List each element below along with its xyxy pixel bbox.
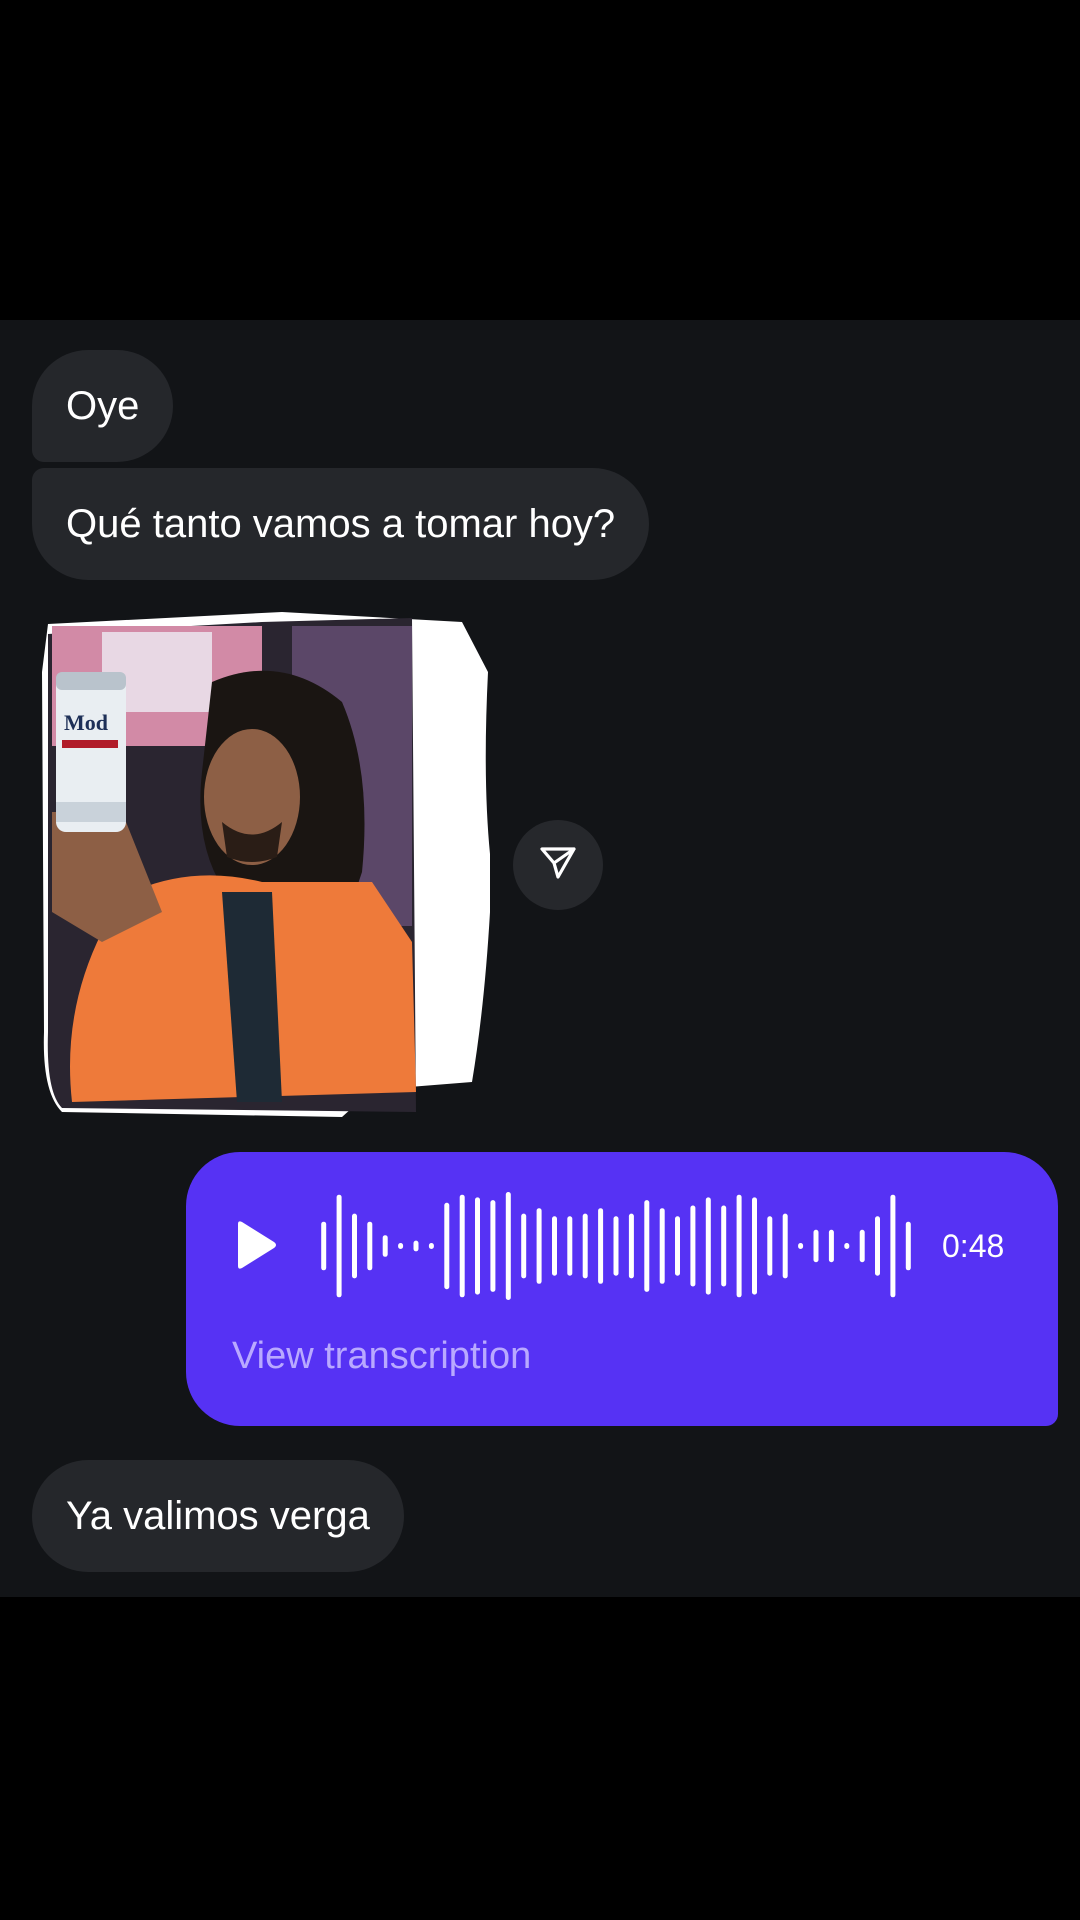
waveform-bar [705, 1197, 711, 1295]
waveform-bar [890, 1194, 896, 1298]
message-bubble-incoming[interactable]: Oye [32, 350, 174, 462]
message-bubble-incoming[interactable]: Ya valimos verga [32, 1460, 404, 1572]
waveform-bar [798, 1243, 804, 1249]
waveform-bar [521, 1213, 527, 1279]
waveform-bar [752, 1197, 757, 1295]
play-button[interactable] [234, 1220, 278, 1270]
waveform-bar [905, 1221, 911, 1271]
message-text: Ya valimos verga [66, 1494, 370, 1538]
waveform-bar [444, 1202, 450, 1290]
waveform-bar [552, 1216, 557, 1276]
waveform-bar [336, 1194, 342, 1298]
waveform-bar [382, 1235, 388, 1257]
view-transcription-link[interactable]: View transcription [232, 1334, 531, 1378]
share-button[interactable] [513, 820, 603, 910]
message-text: Qué tanto vamos a tomar hoy? [66, 502, 616, 546]
waveform-bar [690, 1205, 696, 1287]
waveform-bar [644, 1200, 650, 1292]
audio-waveform[interactable] [316, 1192, 916, 1300]
send-icon [538, 843, 578, 888]
waveform-bar [321, 1221, 327, 1271]
waveform-bar [490, 1200, 496, 1292]
waveform-bar [398, 1243, 404, 1249]
waveform-bar [767, 1216, 773, 1276]
waveform-bar [813, 1229, 819, 1263]
waveform-bar [582, 1213, 588, 1279]
waveform-bar [413, 1240, 419, 1252]
waveform-bar [428, 1243, 434, 1249]
play-icon [234, 1221, 278, 1274]
waveform-bar [721, 1205, 727, 1287]
waveform-bar [536, 1208, 542, 1284]
waveform-bar [367, 1221, 373, 1271]
waveform-bar [659, 1208, 665, 1284]
waveform-bar [613, 1216, 619, 1276]
waveform-bar [598, 1208, 604, 1284]
waveform-bar [352, 1213, 357, 1279]
waveform-bar [859, 1229, 865, 1263]
voice-message-bubble[interactable]: 0:48 View transcription [186, 1152, 1058, 1426]
waveform-bar [675, 1216, 680, 1276]
waveform-bar [844, 1243, 850, 1249]
svg-text:Mod: Mod [64, 710, 108, 735]
message-bubble-incoming[interactable]: Qué tanto vamos a tomar hoy? [32, 468, 650, 580]
waveform-bar [875, 1216, 880, 1276]
waveform-bar [505, 1192, 511, 1300]
waveform-bar [459, 1194, 465, 1298]
voice-duration: 0:48 [942, 1228, 1005, 1264]
waveform-bar [828, 1229, 834, 1263]
waveform-bar [567, 1216, 573, 1276]
message-text: Oye [66, 384, 140, 428]
chat-thread: Oye Qué tanto vamos a tomar hoy? Mod 0:4… [0, 320, 1080, 1597]
waveform-bar [628, 1213, 634, 1279]
waveform-bar [736, 1194, 742, 1298]
sticker-image[interactable]: Mod [42, 612, 492, 1117]
waveform-bar [782, 1213, 788, 1279]
waveform-bar [475, 1197, 480, 1295]
